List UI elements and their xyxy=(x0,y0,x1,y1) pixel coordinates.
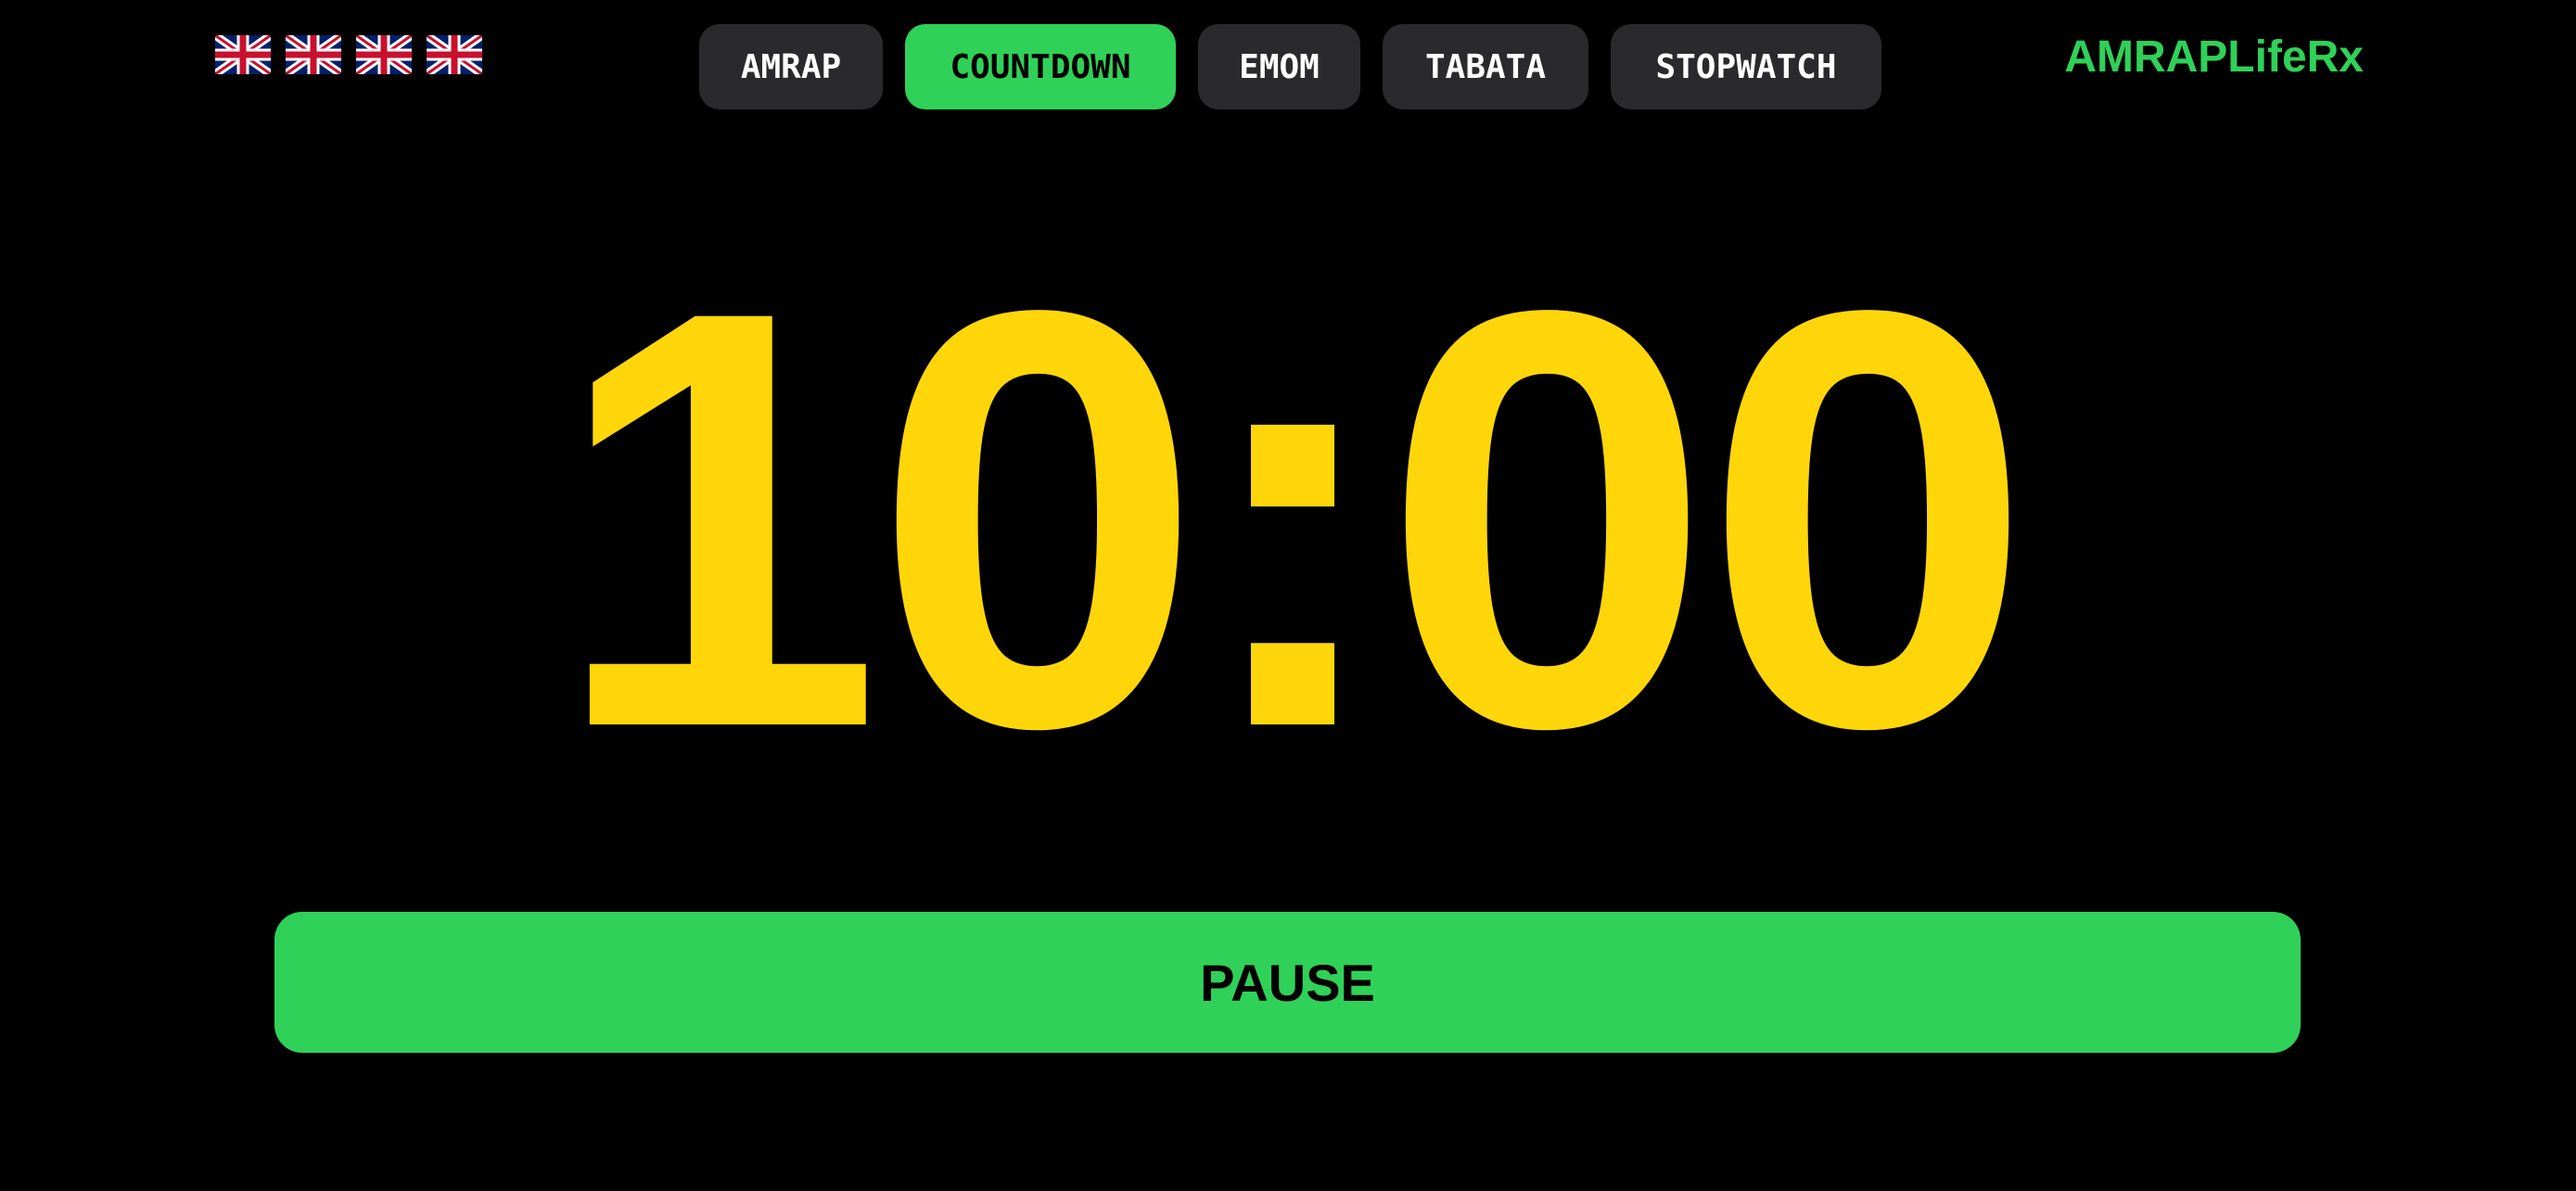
uk-flag-icon[interactable] xyxy=(356,35,412,74)
tab-stopwatch[interactable]: STOPWATCH xyxy=(1611,24,1881,109)
tab-amrap[interactable]: AMRAP xyxy=(699,24,883,109)
mode-tabs: AMRAP COUNTDOWN EMOM TABATA STOPWATCH xyxy=(699,24,1881,109)
brand-logo-text[interactable]: AMRAPLifeRx xyxy=(2064,30,2364,85)
pause-button[interactable]: PAUSE xyxy=(274,912,2301,1053)
uk-flag-icon[interactable] xyxy=(215,35,271,74)
tab-tabata[interactable]: TABATA xyxy=(1383,24,1588,109)
tab-countdown[interactable]: COUNTDOWN xyxy=(905,24,1176,109)
uk-flag-icon[interactable] xyxy=(427,35,482,74)
uk-flag-icon[interactable] xyxy=(286,35,341,74)
tab-emom[interactable]: EMOM xyxy=(1198,24,1360,109)
timer-display: 10:00 xyxy=(552,187,2034,851)
language-flags xyxy=(215,35,482,74)
